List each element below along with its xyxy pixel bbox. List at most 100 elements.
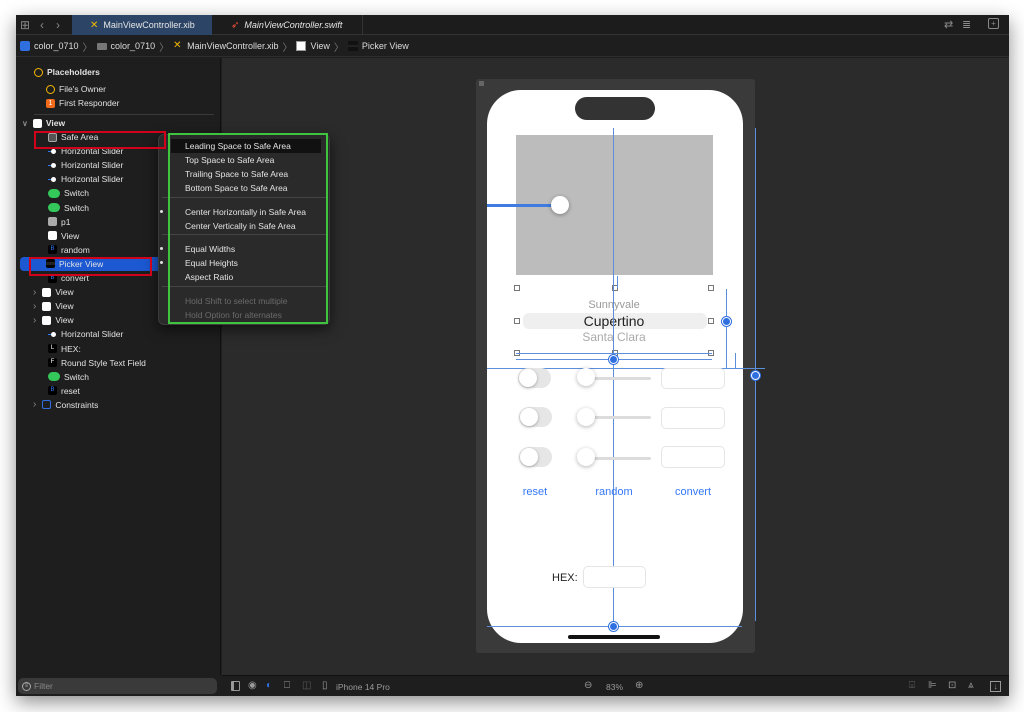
canvas-bottom-bar: ◉ ◐ ⎕ ◫ ▯ iPhone 14 Pro ⊖ 83% ⊕ ⌻ ⊫ ⊡ ⩓ …: [222, 675, 1009, 696]
button-icon: B: [48, 245, 57, 255]
embed-in-icon[interactable]: ↓: [990, 681, 1001, 692]
swift-icon: ➶: [231, 19, 240, 31]
scene-close-icon[interactable]: [479, 81, 484, 86]
constraint-line[interactable]: [617, 276, 618, 288]
value-text-field[interactable]: [661, 368, 725, 389]
view-icon: [42, 315, 52, 325]
switch-toggle[interactable]: [519, 447, 552, 467]
nav-item-label: View: [61, 230, 80, 241]
slider-thumb[interactable]: [577, 448, 595, 466]
home-indicator: [568, 635, 660, 639]
nav-item-switch[interactable]: Switch: [36, 370, 236, 384]
breadcrumb-xib[interactable]: ✕ MainViewController.xib: [173, 41, 278, 52]
breadcrumb-view[interactable]: View: [296, 41, 330, 51]
disclosure-closed-icon[interactable]: ›: [33, 399, 36, 410]
nav-item-horizontal-slider[interactable]: Horizontal Slider: [36, 327, 236, 341]
device-selector[interactable]: iPhone 14 Pro: [336, 681, 390, 693]
nav-item-first-responder[interactable]: 1 First Responder: [46, 96, 246, 110]
nav-item-view-root[interactable]: ∨ View: [22, 116, 222, 130]
nav-item-label: Switch: [64, 371, 90, 382]
breadcrumb-folder[interactable]: color_0710: [96, 41, 155, 51]
nav-item-label: random: [61, 244, 90, 255]
breadcrumb-picker-view[interactable]: Picker View: [347, 41, 409, 51]
constraint-line[interactable]: [735, 353, 736, 369]
update-frames-icon[interactable]: ⌻: [909, 680, 915, 692]
back-icon[interactable]: ‹: [40, 18, 44, 32]
placeholders-header[interactable]: Placeholders: [34, 65, 234, 79]
add-editor-icon[interactable]: +: [988, 18, 999, 29]
slider-thumb[interactable]: [551, 196, 569, 214]
split-view-icon[interactable]: ◫: [302, 680, 311, 692]
nav-item-label: Horizontal Slider: [61, 329, 124, 340]
constraint-handle[interactable]: [751, 371, 760, 380]
align-icon[interactable]: ⊫: [928, 680, 937, 692]
picker-row-selected[interactable]: Cupertino: [516, 313, 712, 329]
nav-item-round-style-text-field[interactable]: F Round Style Text Field: [36, 356, 236, 370]
grid-icon[interactable]: ⊞: [20, 18, 30, 32]
device-icon[interactable]: ▯: [322, 680, 328, 692]
switch-toggle[interactable]: [518, 368, 551, 388]
orientation-icon[interactable]: ⎕: [284, 680, 290, 692]
constraint-handle[interactable]: [609, 622, 618, 631]
convert-button[interactable]: convert: [670, 486, 716, 498]
view-icon: [42, 301, 52, 311]
nav-item-label: Round Style Text Field: [61, 357, 146, 368]
bullet-icon: [160, 210, 163, 213]
disclosure-closed-icon[interactable]: ›: [33, 287, 36, 298]
constraint-line[interactable]: [516, 353, 712, 354]
nav-item-constraints[interactable]: › Constraints: [33, 398, 236, 412]
nav-item-files-owner[interactable]: File's Owner: [46, 82, 246, 96]
switch-knob: [520, 448, 538, 466]
value-text-field[interactable]: [661, 407, 725, 429]
disclosure-closed-icon[interactable]: ›: [33, 315, 36, 326]
slider-thumb[interactable]: [577, 408, 595, 426]
editor-options-icon[interactable]: ≣: [962, 18, 971, 31]
nav-item-label: Switch: [64, 202, 90, 213]
image-view-icon: [48, 217, 57, 227]
view-icon: [48, 231, 57, 241]
nav-item-reset[interactable]: Breset: [36, 384, 236, 398]
appearance-icon[interactable]: ◐: [266, 680, 272, 692]
breadcrumb-project[interactable]: color_0710: [20, 41, 79, 51]
switch-icon: [48, 188, 60, 198]
filter-field[interactable]: ≡ Filter: [18, 678, 217, 694]
chevron-right-icon: 〉: [333, 42, 344, 54]
reset-button[interactable]: reset: [514, 486, 556, 498]
view-icon: [32, 118, 42, 128]
zoom-level: 83%: [606, 682, 624, 692]
disclosure-closed-icon[interactable]: ›: [33, 301, 36, 312]
switch-toggle[interactable]: [519, 407, 552, 427]
outline-toggle-icon[interactable]: [231, 681, 240, 691]
resize-handle[interactable]: [514, 285, 520, 291]
slider-thumb[interactable]: [577, 368, 595, 386]
hex-text-field[interactable]: [583, 566, 646, 588]
add-constraints-icon[interactable]: ⊡: [948, 680, 956, 692]
disclosure-open-icon[interactable]: ∨: [22, 119, 28, 128]
picker-row[interactable]: Sunnyvale: [516, 299, 712, 311]
constraint-handle[interactable]: [609, 355, 618, 364]
tab-main-xib[interactable]: ✕ MainViewController.xib: [72, 15, 212, 35]
resize-handle[interactable]: [514, 318, 520, 324]
resize-handle[interactable]: [708, 318, 714, 324]
value-text-field[interactable]: [661, 446, 725, 468]
cube-icon: [46, 84, 55, 94]
tab-main-swift[interactable]: ➶ MainViewController.swift: [213, 15, 363, 35]
height-constraint[interactable]: [726, 289, 727, 369]
accessibility-icon[interactable]: ◉: [248, 680, 257, 692]
related-items-icon[interactable]: ⇄: [944, 18, 953, 31]
constraint-handle[interactable]: [722, 317, 731, 326]
nav-item-hex[interactable]: L HEX:: [36, 342, 236, 356]
zoom-in-icon[interactable]: ⊕: [635, 680, 643, 692]
dynamic-island: [575, 97, 655, 120]
forward-icon[interactable]: ›: [56, 18, 60, 32]
zoom-out-icon[interactable]: ⊖: [584, 680, 592, 692]
random-button[interactable]: random: [590, 486, 638, 498]
divider: [34, 114, 214, 115]
text-field-icon: F: [48, 358, 57, 368]
nav-item-label: p1: [61, 216, 71, 227]
chevron-right-icon: 〉: [82, 42, 93, 54]
picker-row[interactable]: Santa Clara: [516, 330, 712, 344]
resolve-issues-icon[interactable]: ⩓: [968, 680, 974, 692]
nav-item-label: View: [55, 315, 74, 326]
resize-handle[interactable]: [708, 285, 714, 291]
